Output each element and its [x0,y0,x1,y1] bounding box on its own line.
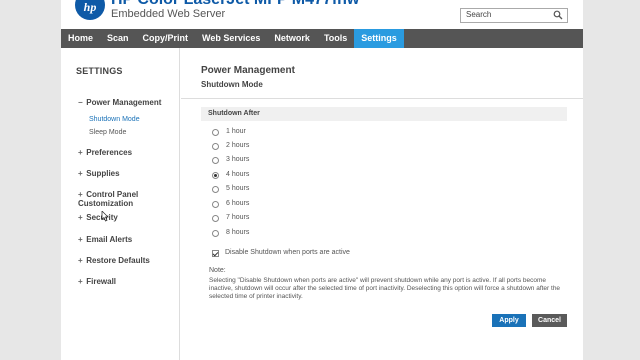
radio-label: 6 hours [226,200,250,207]
expand-icon: + [78,169,83,178]
sidebar-subitem-shutdown-mode[interactable]: Shutdown Mode [89,116,140,123]
radio-button[interactable] [212,201,219,208]
nav-item-tools[interactable]: Tools [317,29,354,48]
divider [181,98,583,99]
sidebar-item-restore-defaults[interactable]: + Restore Defaults [78,256,150,265]
radio-label: 7 hours [226,214,250,221]
radio-button[interactable] [212,230,219,237]
sidebar-item-label: Control Panel Customization [78,190,139,208]
sidebar-item-preferences[interactable]: + Preferences [78,148,132,157]
search-icon[interactable] [553,10,563,20]
radio-button[interactable] [212,157,219,164]
sidebar: SETTINGS − Power Management Shutdown Mod… [61,48,180,360]
header-subtitle: Embedded Web Server [111,8,226,20]
sidebar-item-security[interactable]: + Security [78,213,118,222]
radio-label: 4 hours [226,171,250,178]
sidebar-item-label: Preferences [86,148,133,157]
sidebar-item-control-panel-customization[interactable]: + Control Panel Customization [78,190,158,208]
collapse-icon: − [78,98,83,107]
sidebar-item-label: Email Alerts [86,235,133,244]
sidebar-item-label: Supplies [86,169,120,178]
radio-label: 2 hours [226,142,250,149]
nav-item-web-services[interactable]: Web Services [195,29,267,48]
sidebar-item-firewall[interactable]: + Firewall [78,277,116,286]
sidebar-item-label: Power Management [86,98,162,107]
sidebar-title: SETTINGS [76,66,123,76]
expand-icon: + [78,190,83,199]
page-subtitle: Shutdown Mode [201,80,263,89]
cancel-button[interactable]: Cancel [532,314,567,327]
radio-button-selected[interactable] [212,172,219,179]
main-nav: Home Scan Copy/Print Web Services Networ… [61,29,583,48]
search-input[interactable]: Search [460,8,568,23]
nav-item-scan[interactable]: Scan [100,29,136,48]
logo-text: hp [83,0,97,14]
sidebar-subitem-sleep-mode[interactable]: Sleep Mode [89,129,126,136]
hp-logo-icon[interactable]: hp [75,0,105,20]
apply-button[interactable]: Apply [492,314,526,327]
expand-icon: + [78,148,83,157]
nav-item-network[interactable]: Network [267,29,317,48]
section-header: Shutdown After [201,107,567,121]
radio-button[interactable] [212,129,219,136]
note-text: Selecting "Disable Shutdown when ports a… [209,277,561,300]
radio-label: 1 hour [226,128,246,135]
nav-item-settings[interactable]: Settings [354,29,404,48]
expand-icon: + [78,277,83,286]
section-header-label: Shutdown After [208,110,260,117]
sidebar-item-label: Firewall [86,277,117,286]
disable-shutdown-checkbox[interactable] [212,250,219,257]
checkbox-label: Disable Shutdown when ports are active [225,249,350,256]
sidebar-item-email-alerts[interactable]: + Email Alerts [78,235,132,244]
search-placeholder: Search [466,10,492,19]
note-title: Note: [209,267,226,274]
expand-icon: + [78,235,83,244]
sidebar-item-label: Restore Defaults [86,256,150,265]
radio-button[interactable] [212,143,219,150]
radio-button[interactable] [212,186,219,193]
radio-label: 8 hours [226,229,250,236]
radio-button[interactable] [212,215,219,222]
page-title: Power Management [201,65,295,76]
page: hp HP Color LaserJet MFP M477fnw Embedde… [61,0,583,360]
nav-item-copy-print[interactable]: Copy/Print [136,29,196,48]
radio-label: 5 hours [226,185,250,192]
expand-icon: + [78,213,83,222]
expand-icon: + [78,256,83,265]
sidebar-item-power-management[interactable]: − Power Management [78,98,161,107]
sidebar-item-supplies[interactable]: + Supplies [78,169,120,178]
header: hp HP Color LaserJet MFP M477fnw Embedde… [61,0,583,30]
radio-label: 3 hours [226,156,250,163]
mouse-cursor-icon [101,211,109,222]
nav-item-home[interactable]: Home [61,29,100,48]
